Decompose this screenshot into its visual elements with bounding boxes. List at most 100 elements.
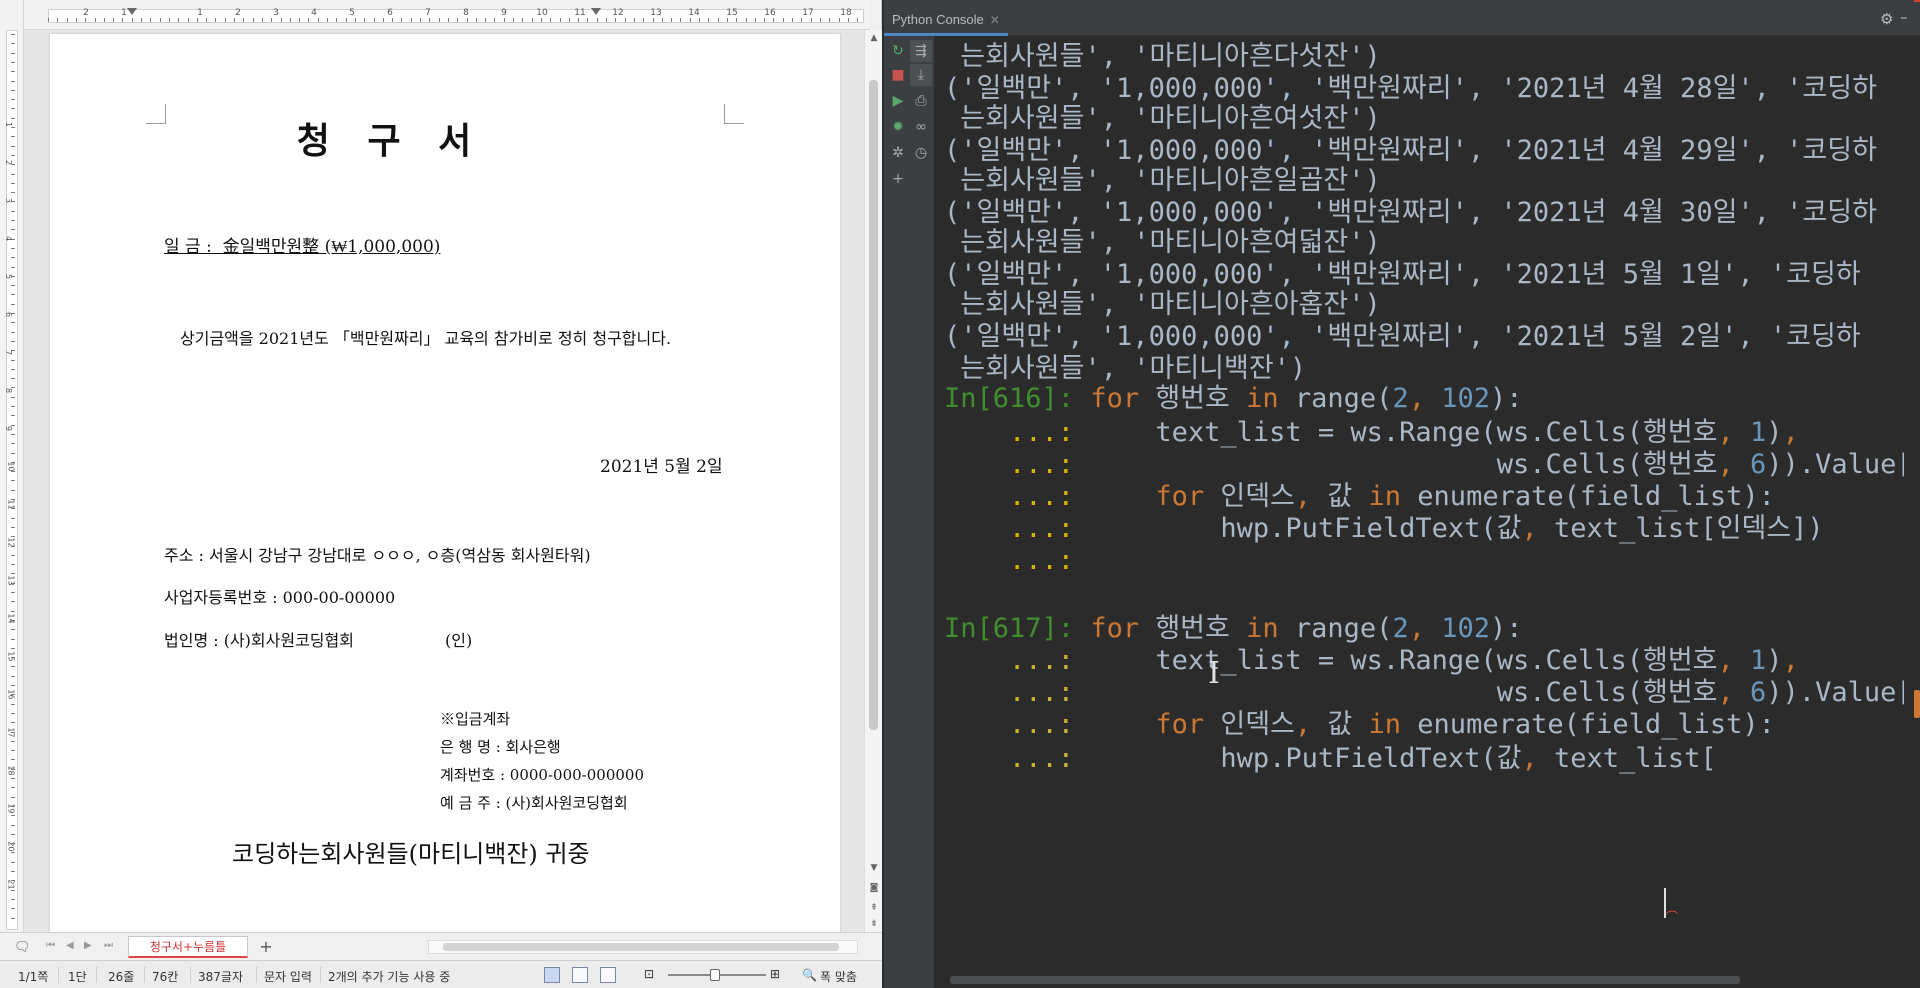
- page-up-icon[interactable]: ⇞: [868, 902, 880, 914]
- ruler-tick: [624, 18, 626, 22]
- code-token: ...:: [944, 545, 1075, 576]
- ruler-number: 3: [273, 8, 279, 18]
- ruler-tick: [11, 285, 15, 287]
- ruler-tick: [559, 18, 561, 22]
- ruler-tick: [11, 861, 15, 863]
- ruler-tick: [11, 815, 15, 817]
- ruler-tick: [857, 18, 859, 22]
- minimize-icon[interactable]: –: [1900, 8, 1908, 26]
- next-tab-icon[interactable]: ▶: [84, 940, 92, 951]
- stop-icon[interactable]: ■: [887, 64, 909, 86]
- ruler-tick: [11, 257, 15, 259]
- console-line: ('일백만', '1,000,000', '백만원짜리', '2021년 4월 …: [944, 198, 1877, 228]
- scroll-to-end-icon[interactable]: ⤓: [910, 64, 932, 86]
- page-icon[interactable]: ◙: [868, 882, 880, 894]
- gear-icon[interactable]: ⚙: [1880, 10, 1893, 28]
- code-token: 는회사원들', '마티니아흔일곱잔'): [944, 165, 1381, 196]
- add-tab-button[interactable]: +: [254, 938, 278, 956]
- console-tab[interactable]: Python Console ✕: [892, 12, 1000, 27]
- code-token: 2: [1392, 383, 1409, 414]
- ruler-tick: [11, 443, 15, 445]
- console-line: ('일백만', '1,000,000', '백만원짜리', '2021년 4월 …: [944, 136, 1877, 166]
- status-input-mode[interactable]: 문자 입력: [264, 968, 312, 985]
- document-page[interactable]: 청 구 서 일 금 : 金일백만원整 (₩1,000,000) 상기금액을 20…: [50, 34, 840, 932]
- document-vertical-scrollbar[interactable]: ▲ ▼ ◙ ⇞ ⇟: [864, 30, 882, 932]
- indent-marker-icon[interactable]: [591, 8, 601, 15]
- ruler-tick: [261, 18, 263, 22]
- scrollbar-marker: [1914, 690, 1920, 718]
- run-icon[interactable]: ▶: [887, 90, 909, 112]
- ruler-tick: [11, 452, 15, 454]
- scroll-down-icon[interactable]: ▼: [868, 862, 880, 874]
- console-line: 는회사원들', '마티니백잔'): [944, 354, 1306, 384]
- add-icon[interactable]: +: [887, 168, 909, 190]
- ruler-number: 15: [726, 8, 738, 18]
- last-tab-icon[interactable]: ⏭: [104, 940, 113, 951]
- code-token: ...:: [944, 677, 1497, 708]
- console-horizontal-scrollbar[interactable]: [944, 976, 1904, 984]
- zoom-in-icon[interactable]: ⊞: [770, 967, 780, 981]
- horizontal-ruler[interactable]: 2 1 1 2 3 4 5 6 7 8 9 10 11 12 13 14 15 16 17 18: [24, 0, 870, 30]
- ruler-number: 12: [612, 8, 624, 18]
- normal-view-icon[interactable]: [544, 967, 560, 983]
- ruler-tick: [829, 18, 831, 22]
- code-token: ...:: [944, 513, 1221, 544]
- ruler-number: 2: [235, 8, 241, 18]
- page-down-icon[interactable]: ⇟: [868, 918, 880, 930]
- ruler-tick: [615, 18, 617, 22]
- document-horizontal-scrollbar[interactable]: [428, 940, 858, 954]
- zoom-fit-width[interactable]: 폭 맞춤: [820, 968, 857, 985]
- document-area[interactable]: 청 구 서 일 금 : 金일백만원整 (₩1,000,000) 상기금액을 20…: [24, 30, 864, 932]
- corp-name: 법인명 : (사)회사원코딩협회: [164, 631, 354, 650]
- scroll-up-icon[interactable]: ▲: [868, 32, 880, 44]
- ruler-tick: [11, 154, 15, 156]
- close-tab-icon[interactable]: ✕: [990, 13, 1000, 27]
- tab-list-icon[interactable]: 🗨: [14, 940, 31, 955]
- console-line: 는회사원들', '마티니아흔다섯잔'): [944, 42, 1380, 72]
- ruler-tick: [196, 18, 198, 22]
- ruler-number: 7: [4, 349, 14, 356]
- ruler-tick: [531, 18, 533, 22]
- first-tab-icon[interactable]: ⏮: [46, 940, 55, 951]
- zoom-out-icon[interactable]: ⊡: [644, 967, 654, 981]
- history-icon[interactable]: ◷: [910, 142, 932, 164]
- status-addins[interactable]: 2개의 추가 기능 사용 중: [328, 968, 450, 985]
- rerun-icon[interactable]: ↻: [887, 40, 909, 62]
- scroll-thumb[interactable]: [443, 943, 839, 951]
- ruler-tick: [11, 322, 15, 324]
- settings-icon[interactable]: ✲: [887, 142, 909, 164]
- hwp-window: 2 1 1 2 3 4 5 6 7 8 9 10 11 12 13 14 15 16 17 18 1234567891…: [0, 0, 882, 988]
- scroll-thumb[interactable]: [950, 976, 1740, 984]
- debug-icon[interactable]: ✹: [887, 116, 909, 138]
- ruler-tick: [11, 740, 15, 742]
- prev-tab-icon[interactable]: ◀: [66, 940, 74, 951]
- scroll-thumb[interactable]: [869, 80, 878, 730]
- zoom-slider-thumb[interactable]: [710, 969, 720, 981]
- ruler-number: 15: [6, 651, 16, 662]
- ruler-tick: [299, 18, 301, 22]
- multi-page-view-icon[interactable]: [600, 967, 616, 983]
- ruler-tick: [513, 18, 514, 22]
- soft-wrap-icon[interactable]: ⇶: [910, 40, 932, 62]
- vertical-ruler[interactable]: 1 2 3 4 5 6 7 8 9 10 11 12 13 14 15 16 17 18 19 20 21: [0, 0, 24, 932]
- code-token: text_list[: [1554, 743, 1717, 774]
- ruler-tick: [11, 331, 15, 333]
- print-icon[interactable]: ⎙: [910, 90, 932, 112]
- ruler-tick: [66, 18, 68, 22]
- ruler-tick: [271, 18, 273, 22]
- variables-icon[interactable]: ∞: [910, 116, 932, 138]
- code-token: ('일백만', '1,000,000', '백만원짜리', '2021년 5월 …: [944, 321, 1861, 352]
- ruler-tick: [503, 18, 505, 22]
- ruler-tick: [178, 18, 180, 22]
- ruler-tick: [11, 210, 15, 212]
- zoom-search-icon[interactable]: 🔍: [802, 968, 817, 982]
- document-tab[interactable]: 청구서+누름틀: [128, 936, 248, 958]
- console-line: ...: for 인덱스, 값 in enumerate(field_list)…: [944, 482, 1775, 512]
- page-view-icon[interactable]: [572, 967, 588, 983]
- console-output[interactable]: 는회사원들', '마티니아흔다섯잔') ('일백만', '1,000,000', …: [944, 36, 1904, 972]
- ruler-number: 5: [349, 8, 355, 18]
- console-line: 는회사원들', '마티니아흔여덟잔'): [944, 228, 1380, 258]
- status-page[interactable]: 1/1쪽: [18, 968, 48, 985]
- indent-marker-icon[interactable]: [127, 8, 137, 15]
- code-token: ,: [1717, 677, 1751, 708]
